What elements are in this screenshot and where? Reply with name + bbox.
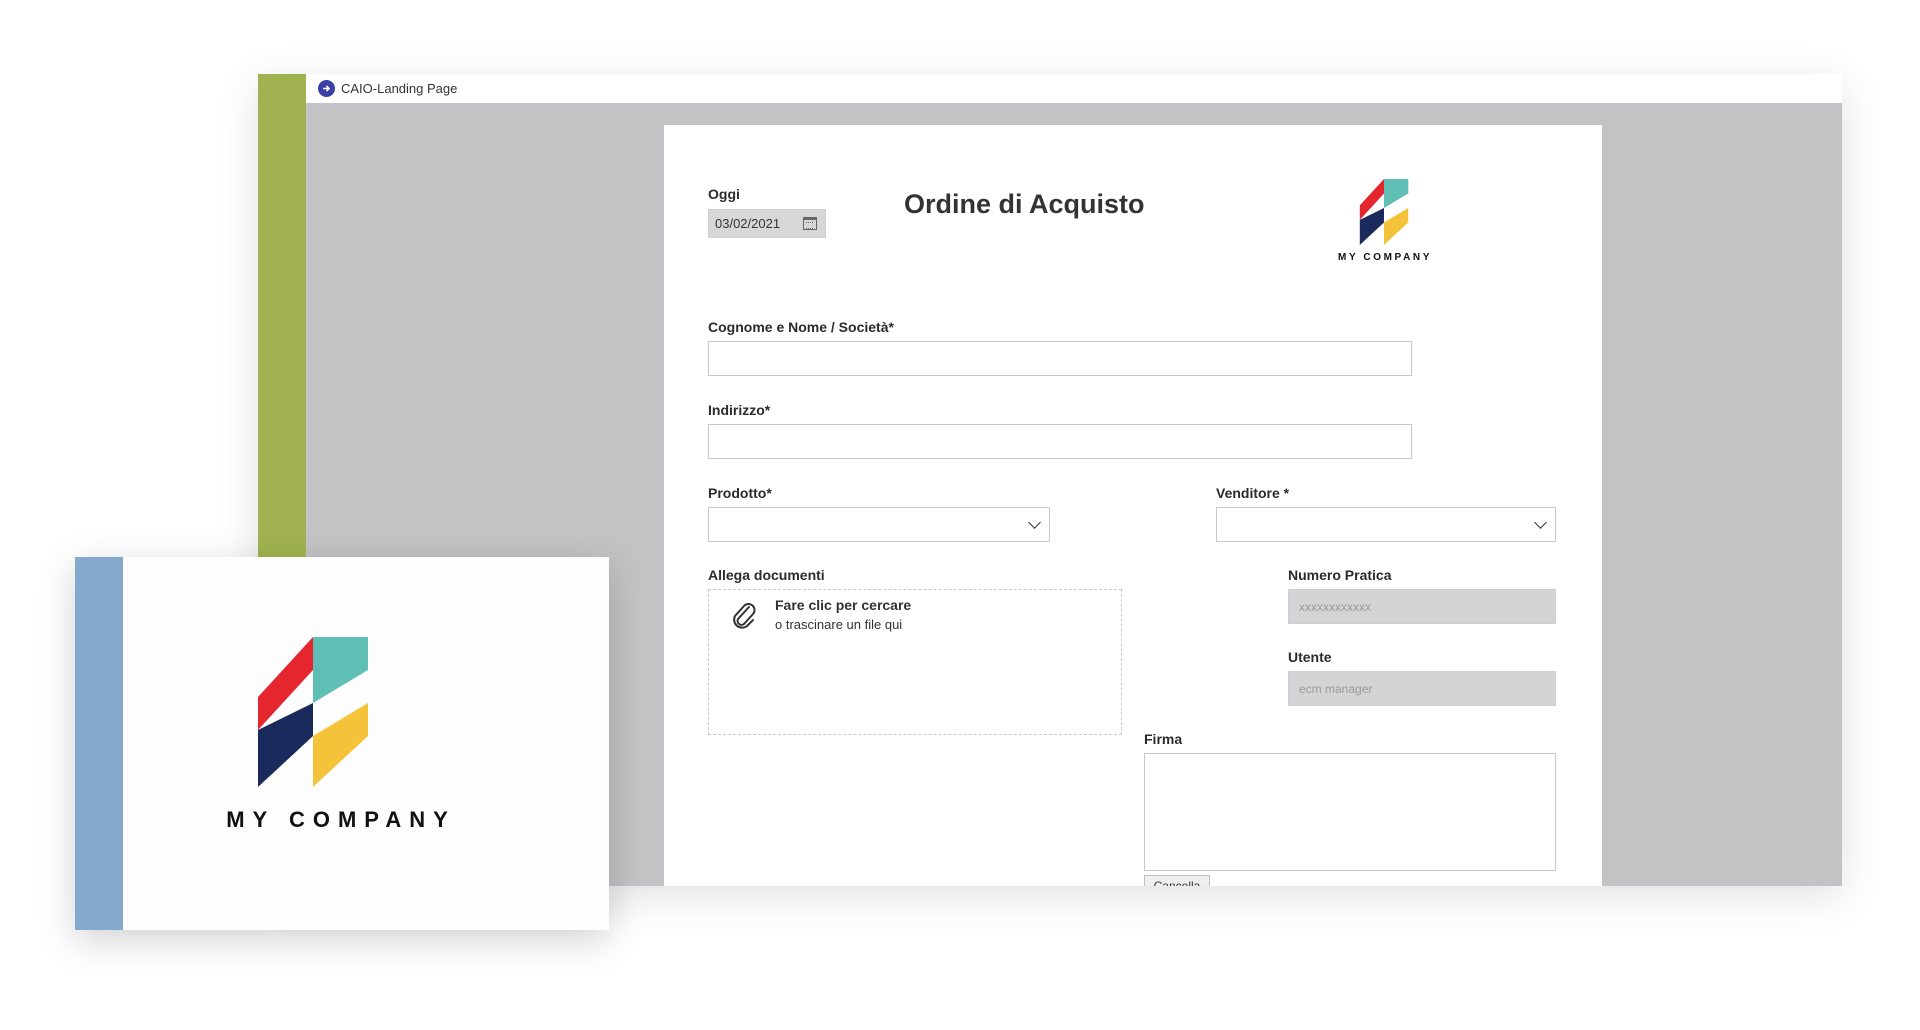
signature-label: Firma [1144, 731, 1183, 747]
calendar-icon[interactable] [803, 217, 817, 230]
paperclip-icon [733, 603, 756, 629]
window-title: CAIO-Landing Page [341, 81, 458, 96]
attach-label: Allega documenti [708, 567, 825, 583]
signature-pad[interactable] [1144, 753, 1556, 871]
user-value: ecm manager [1299, 681, 1373, 696]
date-label: Oggi [708, 186, 740, 202]
date-field[interactable]: 03/02/2021 [708, 209, 826, 238]
date-value: 03/02/2021 [715, 216, 781, 231]
name-label: Cognome e Nome / Società* [708, 319, 894, 335]
form-title: Ordine di Acquisto [904, 189, 1145, 219]
logo-text-large: MY COMPANY [226, 807, 456, 832]
logo-mark-icon [258, 637, 368, 787]
user-label: Utente [1288, 649, 1332, 665]
practice-number-field: xxxxxxxxxxxx [1288, 589, 1556, 624]
chevron-down-icon [1534, 516, 1547, 529]
logo-text: MY COMPANY [1338, 252, 1432, 263]
chevron-down-icon [1028, 516, 1041, 529]
name-input[interactable] [708, 341, 1412, 376]
overlay-accent-stripe [75, 557, 123, 930]
company-logo-card: MY COMPANY [75, 557, 609, 930]
company-logo-large: MY COMPANY [171, 637, 511, 857]
practice-placeholder: xxxxxxxxxxxx [1299, 599, 1371, 614]
attach-title: Fare clic per cercare [775, 597, 912, 613]
seller-select[interactable] [1216, 507, 1556, 542]
arrow-circle-icon [318, 80, 335, 97]
file-drop-zone[interactable]: Fare clic per cercare o trascinare un fi… [708, 589, 1122, 735]
attach-subtitle: o trascinare un file qui [775, 617, 903, 632]
purchase-order-form: Oggi 03/02/2021 Ordine di Acquisto MY CO… [664, 125, 1602, 886]
practice-label: Numero Pratica [1288, 567, 1392, 583]
logo-mark-icon [1359, 179, 1409, 245]
user-field: ecm manager [1288, 671, 1556, 706]
cancel-signature-button[interactable]: Cancella [1144, 875, 1210, 886]
address-label: Indirizzo* [708, 402, 771, 418]
seller-label: Venditore * [1216, 485, 1290, 501]
product-select[interactable] [708, 507, 1050, 542]
product-label: Prodotto* [708, 485, 772, 501]
window-titlebar: CAIO-Landing Page [306, 74, 1842, 103]
address-input[interactable] [708, 424, 1412, 459]
company-logo: MY COMPANY [1310, 179, 1460, 269]
stage: CAIO-Landing Page Oggi 03/02/2021 Ordine… [0, 0, 1920, 1030]
